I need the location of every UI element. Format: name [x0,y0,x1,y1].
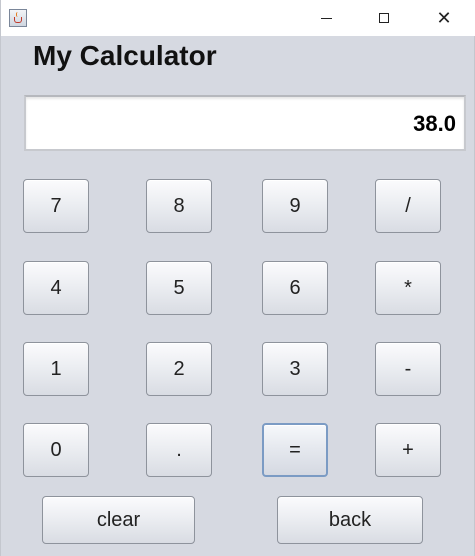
java-cup-icon [9,9,27,27]
digit-4-button[interactable]: 4 [23,261,89,315]
digit-6-button[interactable]: 6 [262,261,328,315]
title-bar: ✕ [1,0,475,36]
subtract-button[interactable]: - [375,342,441,396]
multiply-button[interactable]: * [375,261,441,315]
digit-5-button[interactable]: 5 [146,261,212,315]
digit-0-button[interactable]: 0 [23,423,89,477]
close-icon[interactable]: ✕ [421,0,467,36]
maximize-icon[interactable] [361,0,407,36]
digit-7-button[interactable]: 7 [23,179,89,233]
divide-button[interactable]: / [375,179,441,233]
result-display: 38.0 [24,95,466,151]
digit-9-button[interactable]: 9 [262,179,328,233]
digit-8-button[interactable]: 8 [146,179,212,233]
app-title: My Calculator [33,40,217,71]
calculator-window: ✕ My Calculator 38.0 7 8 9 / 4 5 6 * 1 2… [0,0,475,556]
equals-button[interactable]: = [262,423,328,477]
decimal-point-button[interactable]: . [146,423,212,477]
digit-1-button[interactable]: 1 [23,342,89,396]
minimize-icon[interactable] [303,0,349,36]
clear-button[interactable]: clear [42,496,195,544]
digit-2-button[interactable]: 2 [146,342,212,396]
backspace-button[interactable]: back [277,496,423,544]
digit-3-button[interactable]: 3 [262,342,328,396]
add-button[interactable]: + [375,423,441,477]
